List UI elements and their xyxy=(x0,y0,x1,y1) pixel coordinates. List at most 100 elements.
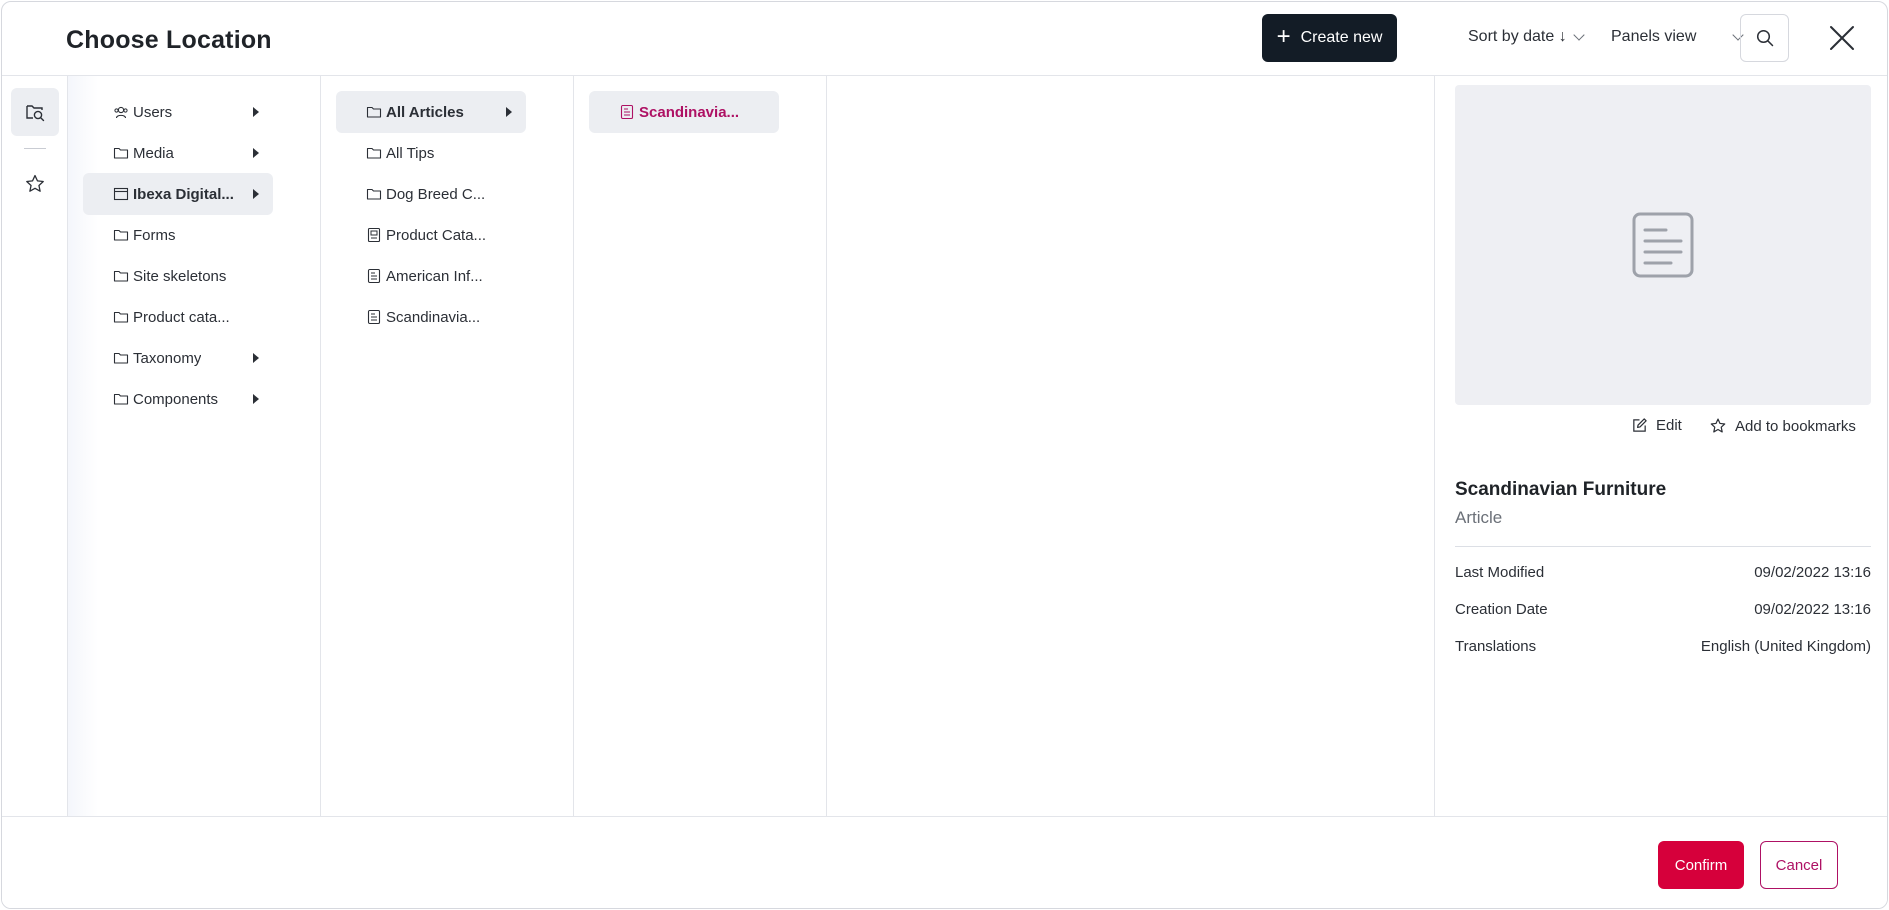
column-ibexa-digital: All Articles All Tips Dog Breed C... Produc… xyxy=(321,76,574,816)
meta-row-last-modified: Last Modified 09/02/2022 13:16 xyxy=(1455,564,1871,581)
meta-value: 09/02/2022 13:16 xyxy=(1754,564,1871,581)
item-label: Media xyxy=(133,144,174,162)
item-label: Ibexa Digital... xyxy=(133,185,234,203)
meta-row-creation-date: Creation Date 09/02/2022 13:16 xyxy=(1455,601,1871,618)
item-label: Product cata... xyxy=(133,308,230,326)
item-label: All Tips xyxy=(386,144,435,162)
article-icon xyxy=(366,309,382,325)
folder-icon xyxy=(113,227,129,243)
tree-item-components[interactable]: Components xyxy=(83,378,273,420)
view-dropdown[interactable]: Panels view xyxy=(1611,28,1745,46)
meta-label: Translations xyxy=(1455,638,1537,655)
tree-item-taxonomy[interactable]: Taxonomy xyxy=(83,337,273,379)
divider xyxy=(1455,546,1871,547)
sort-label: Sort by date ↓ xyxy=(1468,28,1567,45)
add-to-bookmarks-label: Add to bookmarks xyxy=(1735,417,1856,435)
item-label: Scandinavia... xyxy=(639,103,740,121)
column-empty xyxy=(827,76,1435,816)
item-label: All Articles xyxy=(386,103,464,121)
expand-arrow-icon[interactable] xyxy=(253,353,259,363)
content-type: Article xyxy=(1455,508,1503,527)
item-label: Components xyxy=(133,390,219,408)
folder-icon xyxy=(113,145,129,161)
item-label: Product Cata... xyxy=(386,226,487,244)
article-icon xyxy=(1632,212,1694,278)
preview-panel: Edit Add to bookmarks Scandinavian Furni… xyxy=(1435,76,1887,816)
folder-icon xyxy=(113,268,129,284)
tree-item-forms[interactable]: Forms xyxy=(83,214,273,256)
star-icon xyxy=(26,174,44,192)
edit-button[interactable]: Edit xyxy=(1631,417,1682,434)
create-new-button[interactable]: + Create new xyxy=(1262,14,1397,62)
tree-item-dog-breed-c[interactable]: Dog Breed C... xyxy=(336,173,526,215)
edit-icon xyxy=(1633,418,1647,432)
tree-item-media[interactable]: Media xyxy=(83,132,273,174)
article-icon xyxy=(366,268,382,284)
browse-tab[interactable] xyxy=(11,88,59,136)
item-label: Users xyxy=(133,103,173,121)
choose-location-modal: Choose Location + Create new Sort by dat… xyxy=(1,1,1888,909)
search-button[interactable] xyxy=(1740,14,1789,62)
content-name: Scandinavian Furniture xyxy=(1455,479,1667,500)
browse-icon xyxy=(26,105,45,122)
expand-arrow-icon[interactable] xyxy=(253,148,259,158)
folder-icon xyxy=(366,186,382,202)
article-icon xyxy=(619,104,635,120)
sort-dropdown[interactable]: Sort by date ↓ xyxy=(1468,28,1585,46)
confirm-button[interactable]: Confirm xyxy=(1658,841,1744,889)
page-title: Choose Location xyxy=(66,26,272,54)
expand-arrow-icon[interactable] xyxy=(253,107,259,117)
tree-item-all-articles[interactable]: All Articles xyxy=(336,91,526,133)
expand-arrow-icon[interactable] xyxy=(506,107,512,117)
meta-label: Creation Date xyxy=(1455,601,1548,618)
tree-item-american-inf[interactable]: American Inf... xyxy=(336,255,526,297)
folder-icon xyxy=(113,391,129,407)
tree-item-scandinavia[interactable]: Scandinavia... xyxy=(589,91,779,133)
tree-item-product-cata[interactable]: Product cata... xyxy=(83,296,273,338)
item-label: Dog Breed C... xyxy=(386,185,486,203)
expand-arrow-icon[interactable] xyxy=(253,189,259,199)
meta-row-translations: Translations English (United Kingdom) xyxy=(1455,638,1871,655)
preview-thumbnail xyxy=(1455,85,1871,405)
tree-item-users[interactable]: Users xyxy=(83,91,273,133)
column-all-articles: Scandinavia... xyxy=(574,76,827,816)
star-icon xyxy=(1710,418,1726,433)
cancel-button[interactable]: Cancel xyxy=(1760,841,1838,889)
item-label: Forms xyxy=(133,226,176,244)
column-root: Users Media Ibexa Digital... Forms Site skel… xyxy=(68,76,321,816)
plus-icon: + xyxy=(1276,23,1291,50)
create-new-label: Create new xyxy=(1300,29,1383,46)
item-label: Site skeletons xyxy=(133,267,227,285)
tree-item-scandinavia[interactable]: Scandinavia... xyxy=(336,296,526,338)
folder-icon xyxy=(113,309,129,325)
catalog-icon xyxy=(366,227,382,243)
site-icon xyxy=(113,186,129,202)
meta-value: 09/02/2022 13:16 xyxy=(1754,601,1871,618)
view-label: Panels view xyxy=(1611,28,1697,45)
folder-icon xyxy=(366,145,382,161)
expand-arrow-icon[interactable] xyxy=(253,394,259,404)
bookmarks-tab[interactable] xyxy=(11,160,59,208)
close-button[interactable] xyxy=(1824,20,1860,56)
tree-item-all-tips[interactable]: All Tips xyxy=(336,132,526,174)
rail-divider xyxy=(24,148,46,149)
meta-label: Last Modified xyxy=(1455,564,1545,581)
modal-header: Choose Location + Create new Sort by dat… xyxy=(2,2,1887,76)
edit-label: Edit xyxy=(1656,417,1682,434)
folder-icon xyxy=(113,350,129,366)
modal-footer: Confirm Cancel xyxy=(2,816,1887,908)
chevron-down-icon xyxy=(1573,29,1585,41)
close-icon xyxy=(1830,26,1854,50)
meta-value: English (United Kingdom) xyxy=(1700,638,1871,655)
item-label: Taxonomy xyxy=(133,349,202,367)
left-rail xyxy=(2,76,68,816)
user-group-icon xyxy=(113,104,129,120)
folder-icon xyxy=(366,104,382,120)
tree-item-product-cata[interactable]: Product Cata... xyxy=(336,214,526,256)
tree-item-ibexa-digital[interactable]: Ibexa Digital... xyxy=(83,173,273,215)
item-label: American Inf... xyxy=(386,267,483,285)
search-icon xyxy=(1756,29,1773,47)
item-label: Scandinavia... xyxy=(386,308,481,326)
tree-item-site-skeletons[interactable]: Site skeletons xyxy=(83,255,273,297)
add-to-bookmarks-button[interactable]: Add to bookmarks xyxy=(1709,417,1856,435)
